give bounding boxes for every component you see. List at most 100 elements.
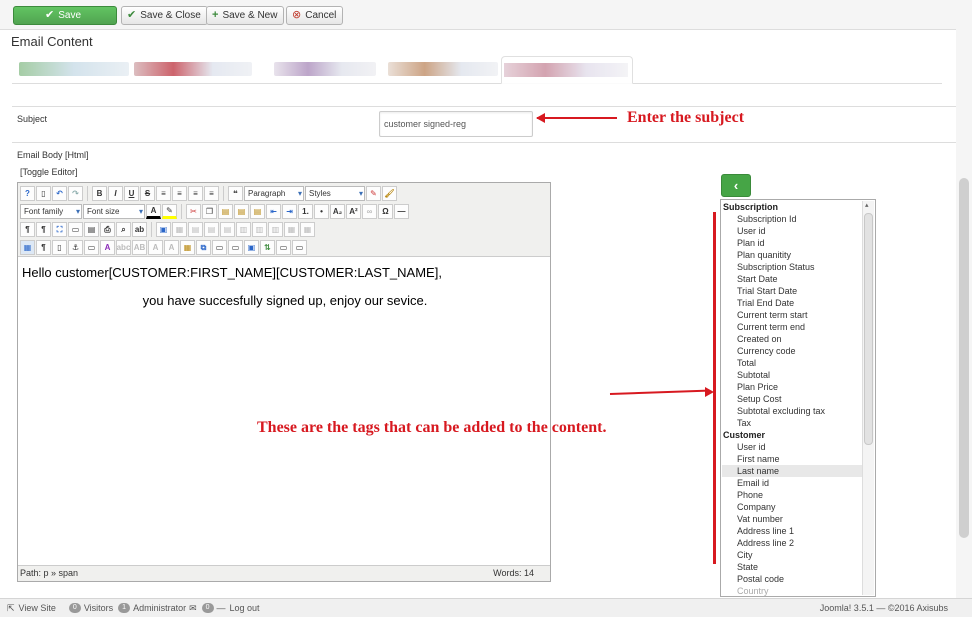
show-blocks-icon[interactable]: ¶ (36, 240, 51, 255)
paste-word-icon[interactable]: ▤ (250, 204, 265, 219)
paste-icon[interactable]: ▤ (218, 204, 233, 219)
tag-option[interactable]: Currency code (722, 345, 862, 357)
strikethrough-icon[interactable]: S (140, 186, 155, 201)
editor-content[interactable]: Hello customer[CUSTOMER:FIRST_NAME][CUST… (22, 265, 548, 308)
outdent-icon[interactable]: ⇤ (266, 204, 281, 219)
toggle-editor-link[interactable]: [Toggle Editor] (20, 167, 78, 177)
tag-option[interactable]: Postal code (722, 573, 862, 585)
del-icon[interactable]: ▭ (228, 240, 243, 255)
indent-icon[interactable]: ⇥ (282, 204, 297, 219)
tag-option[interactable]: Plan Price (722, 381, 862, 393)
replace-icon[interactable]: ab (132, 222, 147, 237)
tag-option[interactable]: Subscription Status (722, 261, 862, 273)
new-document-icon[interactable]: ▯ (36, 186, 51, 201)
numbered-list-icon[interactable]: 1. (298, 204, 313, 219)
tag-option[interactable]: Tax (722, 417, 862, 429)
col-before-icon[interactable]: ▥ (236, 222, 251, 237)
anchor-icon[interactable]: ⚓ (68, 240, 83, 255)
tag-option[interactable]: Trial Start Date (722, 285, 862, 297)
tag-option[interactable]: State (722, 561, 862, 573)
ins-icon[interactable]: ▭ (212, 240, 227, 255)
tag-option[interactable]: Country (722, 585, 862, 596)
tags-scroll-thumb[interactable] (864, 213, 873, 445)
format-select[interactable]: Paragraph (244, 186, 304, 201)
save-close-button[interactable]: ✔ Save & Close (121, 6, 208, 25)
tab-2[interactable] (134, 62, 252, 76)
insert-media-icon[interactable]: ⧉ (196, 240, 211, 255)
tab-5-active[interactable] (501, 56, 633, 84)
undo-icon[interactable]: ↶ (52, 186, 67, 201)
print-icon[interactable]: ⎙ (100, 222, 115, 237)
page-scrollbar[interactable] (956, 0, 972, 600)
style-props-icon[interactable]: A (100, 240, 115, 255)
tag-option[interactable]: Subtotal excluding tax (722, 405, 862, 417)
search-icon[interactable]: ⌕ (116, 222, 131, 237)
align-left-icon[interactable]: ≡ (156, 186, 171, 201)
tag-option[interactable]: Trial End Date (722, 297, 862, 309)
fullscreen-icon[interactable]: ⛶ (52, 222, 67, 237)
visual-aid-icon[interactable]: ▦ (20, 240, 35, 255)
tag-option[interactable]: Address line 2 (722, 537, 862, 549)
nonbreaking-icon[interactable]: ▦ (180, 240, 195, 255)
page-scroll-thumb[interactable] (959, 178, 969, 538)
align-justify-icon[interactable]: ≡ (204, 186, 219, 201)
abbr-icon[interactable]: abc (116, 240, 131, 255)
scroll-up-icon[interactable]: ▴ (865, 201, 869, 209)
tag-option[interactable]: Company (722, 501, 862, 513)
merge-cells-icon[interactable]: ▦ (284, 222, 299, 237)
tag-option[interactable]: Vat number (722, 513, 862, 525)
styles-select[interactable]: Styles (305, 186, 365, 201)
align-center-icon[interactable]: ≡ (172, 186, 187, 201)
visitors-item[interactable]: 0 Visitors (66, 603, 113, 613)
cleanup-brush-icon[interactable]: 🖌 (382, 186, 397, 201)
cut-icon[interactable]: ✂ (186, 204, 201, 219)
eraser-icon[interactable]: ✎ (366, 186, 381, 201)
split-cells-icon[interactable]: ▦ (300, 222, 315, 237)
insert-file-icon[interactable]: ▯ (52, 240, 67, 255)
tag-option[interactable]: Total (722, 357, 862, 369)
tags-scrollbar[interactable]: ▴ (862, 201, 874, 595)
attribs-icon[interactable]: A (164, 240, 179, 255)
save-button[interactable]: ✔ Save (13, 6, 117, 25)
template-insert-icon[interactable]: ▭ (276, 240, 291, 255)
align-right-icon[interactable]: ≡ (188, 186, 203, 201)
template-icon[interactable]: ▤ (84, 222, 99, 237)
ltr-icon[interactable]: ¶ (20, 222, 35, 237)
highlight-color-icon[interactable]: ✎ (162, 204, 177, 219)
insert-layer-icon[interactable]: ▣ (244, 240, 259, 255)
font-family-select[interactable]: Font family (20, 204, 82, 219)
col-after-icon[interactable]: ▥ (252, 222, 267, 237)
tag-option[interactable]: Setup Cost (722, 393, 862, 405)
help-icon[interactable]: ? (20, 186, 35, 201)
move-forward-icon[interactable]: ⇅ (260, 240, 275, 255)
row-before-icon[interactable]: ▤ (188, 222, 203, 237)
tab-1[interactable] (19, 62, 129, 76)
tag-option[interactable]: User id (722, 441, 862, 453)
layer-icon[interactable]: ▭ (84, 240, 99, 255)
subscript-icon[interactable]: A₂ (330, 204, 345, 219)
rtl-icon[interactable]: ¶ (36, 222, 51, 237)
bold-icon[interactable]: B (92, 186, 107, 201)
tag-option[interactable]: Subscription Id (722, 213, 862, 225)
tag-option[interactable]: Created on (722, 333, 862, 345)
tag-option[interactable]: Current term start (722, 309, 862, 321)
bullet-list-icon[interactable]: • (314, 204, 329, 219)
delete-col-icon[interactable]: ▥ (268, 222, 283, 237)
tab-3[interactable] (274, 62, 376, 76)
text-color-icon[interactable]: A (146, 204, 161, 219)
tag-option[interactable]: Last name (722, 465, 862, 477)
tag-option[interactable]: Subtotal (722, 369, 862, 381)
cancel-button[interactable]: ⊗ Cancel (286, 6, 344, 25)
copy-icon[interactable]: ❐ (202, 204, 217, 219)
preview-icon[interactable]: ▭ (68, 222, 83, 237)
tag-option[interactable]: First name (722, 453, 862, 465)
pagebreak-icon[interactable]: ▭ (292, 240, 307, 255)
tag-option[interactable]: Phone (722, 489, 862, 501)
messages-item[interactable]: 0 — Log out (199, 603, 260, 613)
tag-option[interactable]: Start Date (722, 273, 862, 285)
save-new-button[interactable]: + Save & New (206, 6, 285, 25)
superscript-icon[interactable]: A² (346, 204, 361, 219)
logout-label[interactable]: Log out (230, 603, 260, 613)
tags-list-panel[interactable]: Subscription Subscription Id User id Plan i… (720, 199, 876, 597)
horizontal-rule-icon[interactable]: — (394, 204, 409, 219)
